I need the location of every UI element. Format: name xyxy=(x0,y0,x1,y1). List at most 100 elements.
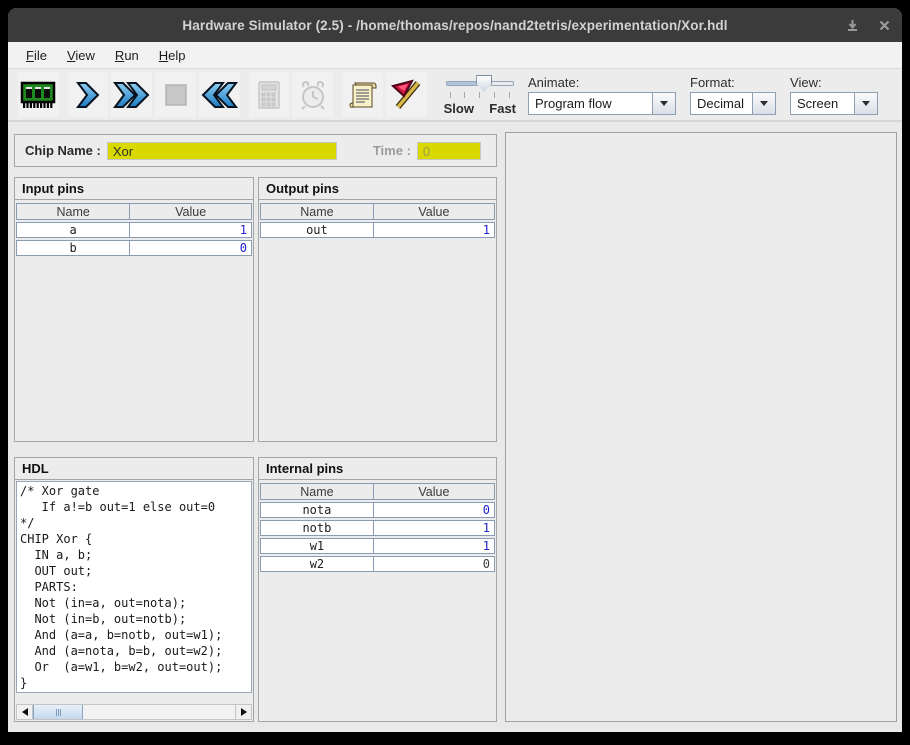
table-row: out 1 xyxy=(260,222,495,238)
view-hdl-button[interactable] xyxy=(342,72,383,117)
menu-file[interactable]: File xyxy=(16,44,57,67)
format-select[interactable]: Decimal xyxy=(690,92,776,115)
speed-slider-ticks xyxy=(444,92,516,99)
pin-value: 0 xyxy=(373,503,494,517)
view-hdl-script-icon xyxy=(347,79,379,111)
menu-help[interactable]: Help xyxy=(149,44,196,67)
code-line: And (a=a, b=notb, out=w1); xyxy=(20,627,251,643)
column-header-name: Name xyxy=(261,204,373,219)
column-header-value: Value xyxy=(373,204,494,219)
menu-view[interactable]: View xyxy=(57,44,105,67)
pin-value[interactable]: 1 xyxy=(129,223,251,237)
hdl-title: HDL xyxy=(15,458,253,480)
scroll-right-arrow-icon[interactable] xyxy=(235,705,251,719)
chip-name-label: Chip Name : xyxy=(25,143,101,158)
chip-name-bar: Chip Name : Xor Time : 0 xyxy=(14,134,497,167)
screen-view-panel xyxy=(505,132,897,722)
time-label: Time : xyxy=(373,143,411,158)
table-header: Name Value xyxy=(260,483,495,500)
hdl-panel: HDL /* Xor gate If a!=b out=1 else out=0… xyxy=(14,457,254,722)
column-header-name: Name xyxy=(17,204,129,219)
pin-value: 1 xyxy=(373,223,494,237)
scrollbar-thumb[interactable] xyxy=(33,705,83,719)
format-value: Decimal xyxy=(691,93,750,114)
menu-run[interactable]: Run xyxy=(105,44,149,67)
run-button[interactable] xyxy=(111,72,152,117)
code-line: PARTS: xyxy=(20,579,251,595)
single-step-icon xyxy=(75,80,101,110)
format-combo-group: Format: Decimal xyxy=(690,75,776,115)
hdl-horizontal-scrollbar[interactable] xyxy=(16,704,252,720)
table-header: Name Value xyxy=(16,203,252,220)
clock-button[interactable] xyxy=(292,72,333,117)
main-content: Chip Name : Xor Time : 0 Input pins Name… xyxy=(8,122,902,730)
view-combo-group: View: Screen xyxy=(790,75,878,115)
calculator-button[interactable] xyxy=(249,72,290,117)
clock-icon xyxy=(296,78,330,112)
column-header-value: Value xyxy=(129,204,251,219)
table-row: nota 0 xyxy=(260,502,495,518)
output-pins-title: Output pins xyxy=(259,178,496,200)
table-row: b 0 xyxy=(16,240,252,256)
format-dropdown-arrow-icon[interactable] xyxy=(752,93,775,114)
breakpoints-flag-icon xyxy=(389,78,423,112)
load-chip-icon xyxy=(20,79,56,111)
animate-select[interactable]: Program flow xyxy=(528,92,676,115)
speed-slider-thumb[interactable] xyxy=(476,75,492,92)
input-pins-table: Name Value a 1 b 0 xyxy=(16,203,252,256)
stop-icon xyxy=(164,83,188,107)
close-icon[interactable] xyxy=(879,20,890,31)
pin-name: w1 xyxy=(261,539,373,553)
view-select[interactable]: Screen xyxy=(790,92,878,115)
time-field: 0 xyxy=(417,142,481,160)
table-header: Name Value xyxy=(260,203,495,220)
hdl-code-view[interactable]: /* Xor gate If a!=b out=1 else out=0 */ … xyxy=(16,481,252,693)
pin-value[interactable]: 0 xyxy=(129,241,251,255)
internal-pins-table: Name Value nota 0 notb 1 w1 1 w2 0 xyxy=(260,483,495,572)
column-header-name: Name xyxy=(261,484,373,499)
slider-fast-label: Fast xyxy=(489,101,516,116)
reset-icon xyxy=(200,80,238,110)
chip-name-field[interactable]: Xor xyxy=(107,142,337,160)
load-chip-button[interactable] xyxy=(18,72,59,117)
view-dropdown-arrow-icon[interactable] xyxy=(854,93,877,114)
view-value: Screen xyxy=(791,93,844,114)
pin-value: 1 xyxy=(373,539,494,553)
animate-label: Animate: xyxy=(528,75,676,90)
breakpoints-button[interactable] xyxy=(386,72,427,117)
format-label: Format: xyxy=(690,75,776,90)
internal-pins-panel: Internal pins Name Value nota 0 notb 1 w… xyxy=(258,457,497,722)
code-line: /* Xor gate xyxy=(20,483,251,499)
pin-name: a xyxy=(17,223,129,237)
code-line: Or (a=w1, b=w2, out=out); xyxy=(20,659,251,675)
reset-button[interactable] xyxy=(199,72,240,117)
code-line: Not (in=a, out=nota); xyxy=(20,595,251,611)
animate-value: Program flow xyxy=(529,93,618,114)
internal-pins-title: Internal pins xyxy=(259,458,496,480)
window-title: Hardware Simulator (2.5) - /home/thomas/… xyxy=(182,18,727,33)
run-icon xyxy=(113,80,151,110)
code-line: IN a, b; xyxy=(20,547,251,563)
pin-name: b xyxy=(17,241,129,255)
minimize-icon[interactable] xyxy=(846,19,859,32)
view-label: View: xyxy=(790,75,878,90)
pin-name: out xyxy=(261,223,373,237)
scroll-left-arrow-icon[interactable] xyxy=(17,705,33,719)
menu-bar: File View Run Help xyxy=(8,42,902,69)
animate-dropdown-arrow-icon[interactable] xyxy=(652,93,675,114)
pin-name: notb xyxy=(261,521,373,535)
pin-name: nota xyxy=(261,503,373,517)
stop-button[interactable] xyxy=(155,72,196,117)
animate-combo-group: Animate: Program flow xyxy=(528,75,676,115)
single-step-button[interactable] xyxy=(68,72,109,117)
table-row: w2 0 xyxy=(260,556,495,572)
app-window: Hardware Simulator (2.5) - /home/thomas/… xyxy=(8,8,902,732)
pin-name: w2 xyxy=(261,557,373,571)
input-pins-title: Input pins xyxy=(15,178,253,200)
pin-value: 0 xyxy=(373,557,494,571)
pin-value: 1 xyxy=(373,521,494,535)
column-header-value: Value xyxy=(373,484,494,499)
table-row: a 1 xyxy=(16,222,252,238)
table-row: w1 1 xyxy=(260,538,495,554)
code-line: And (a=nota, b=b, out=w2); xyxy=(20,643,251,659)
